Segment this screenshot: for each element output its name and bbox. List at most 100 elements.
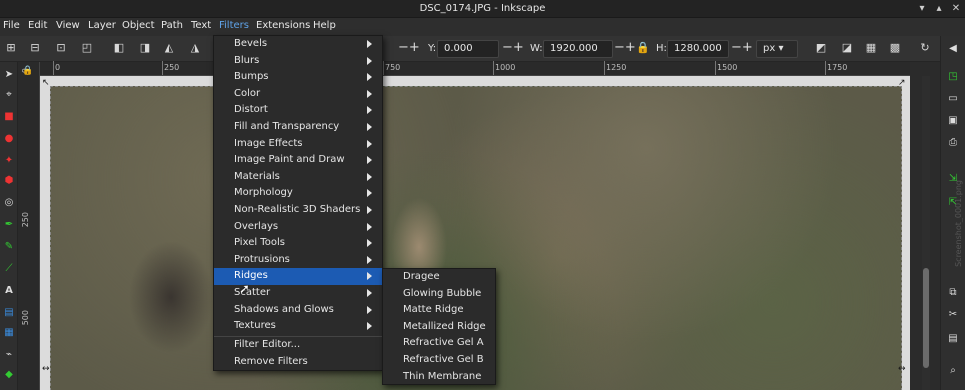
paste-icon[interactable]: ▤ — [945, 332, 961, 346]
cut-icon[interactable]: ✂ — [945, 308, 961, 322]
ridges-item-glowing-bubble[interactable]: Glowing Bubble — [383, 286, 495, 303]
select-all-icon[interactable]: ⊞ — [4, 41, 18, 55]
ruler-lock-icon[interactable]: 🔒 — [22, 66, 33, 76]
filters-item-protrusions[interactable]: Protrusions — [214, 252, 382, 269]
filters-item-distort[interactable]: Distort — [214, 102, 382, 119]
filters-item-fill-transparency[interactable]: Fill and Transparency — [214, 119, 382, 136]
flip-vertical-icon[interactable]: ◮ — [188, 41, 202, 55]
gradient-tool-icon[interactable]: ▤ — [2, 306, 16, 320]
mesh-tool-icon[interactable]: ▦ — [2, 326, 16, 340]
menu-filters[interactable]: Filters — [217, 20, 251, 31]
ridges-item-refractive-gel-a[interactable]: Refractive Gel A — [383, 335, 495, 352]
calligraphy-tool-icon[interactable]: ⟋ — [2, 262, 16, 276]
lock-icon[interactable]: 🔒 — [636, 41, 650, 55]
selection-handle[interactable]: ↖ — [42, 78, 50, 88]
filters-item-bumps[interactable]: Bumps — [214, 69, 382, 86]
remove-filters-item[interactable]: Remove Filters — [214, 354, 382, 371]
ruler-tick — [715, 61, 716, 75]
vertical-scrollbar[interactable] — [922, 76, 930, 390]
rotate-ccw-icon[interactable]: ◧ — [112, 41, 126, 55]
filter-editor-item[interactable]: Filter Editor... — [214, 337, 382, 354]
submenu-arrow-icon — [367, 206, 372, 214]
toolbox: ➤ ⌖ ■ ● ✦ ⬢ ◎ ✒ ✎ ⟋ A ▤ ▦ ⌁ ◆ — [0, 62, 18, 390]
menu-bar: File Edit View Layer Object Path Text Fi… — [0, 18, 965, 36]
zoom-icon[interactable]: ⌕ — [945, 364, 961, 378]
close-icon[interactable]: ✕ — [949, 2, 963, 16]
transform-gradients-icon[interactable]: ▦ — [864, 41, 878, 55]
height-field[interactable]: 1280.000 — [667, 40, 729, 58]
open-icon[interactable]: ▭ — [945, 92, 961, 106]
filters-item-non-realistic-3d[interactable]: Non-Realistic 3D Shaders — [214, 202, 382, 219]
w-stepper-icon[interactable]: −+ — [614, 41, 636, 55]
unit-select[interactable]: px ▾ — [756, 40, 798, 58]
menu-view[interactable]: View — [54, 20, 82, 31]
ellipse-tool-icon[interactable]: ● — [2, 132, 16, 146]
menu-edit[interactable]: Edit — [26, 20, 49, 31]
menu-item-label: Morphology — [234, 187, 293, 199]
y-field[interactable]: 0.000 — [437, 40, 499, 58]
menu-object[interactable]: Object — [120, 20, 157, 31]
filters-item-image-paint-draw[interactable]: Image Paint and Draw — [214, 152, 382, 169]
scale-corners-icon[interactable]: ◪ — [840, 41, 854, 55]
select-all-layers-icon[interactable]: ⊟ — [28, 41, 42, 55]
ridges-item-metallized-ridge[interactable]: Metallized Ridge — [383, 319, 495, 336]
ridges-item-matte-ridge[interactable]: Matte Ridge — [383, 302, 495, 319]
h-stepper-icon[interactable]: −+ — [731, 41, 753, 55]
menu-help[interactable]: Help — [311, 20, 338, 31]
filters-item-shadows-glows[interactable]: Shadows and Glows — [214, 302, 382, 319]
filters-item-color[interactable]: Color — [214, 86, 382, 103]
w-label: W: — [530, 43, 543, 54]
menu-file[interactable]: File — [1, 20, 22, 31]
menu-path[interactable]: Path — [159, 20, 185, 31]
new-document-icon[interactable]: ◳ — [945, 70, 961, 84]
flip-horizontal-icon[interactable]: ◭ — [162, 41, 176, 55]
3d-box-tool-icon[interactable]: ⬢ — [2, 174, 16, 188]
dropper-tool-icon[interactable]: ⌁ — [2, 348, 16, 362]
rotate-cw-icon[interactable]: ◨ — [138, 41, 152, 55]
menu-item-label: Shadows and Glows — [234, 303, 334, 315]
title-bar: DSC_0174.JPG - Inkscape ▾ ▴ ✕ — [0, 0, 965, 18]
selection-handle[interactable]: ↗ — [898, 78, 906, 88]
scrollbar-thumb[interactable] — [923, 268, 929, 368]
filters-item-textures[interactable]: Textures — [214, 318, 382, 335]
transform-patterns-icon[interactable]: ▩ — [888, 41, 902, 55]
node-tool-icon[interactable]: ⌖ — [2, 88, 16, 102]
menu-item-label: Textures — [234, 320, 276, 332]
menu-extensions[interactable]: Extensions — [254, 20, 312, 31]
ridges-item-refractive-gel-b[interactable]: Refractive Gel B — [383, 352, 495, 369]
ridges-item-thin-membrane[interactable]: Thin Membrane — [383, 369, 495, 386]
text-tool-icon[interactable]: A — [2, 284, 16, 298]
x-decrement-icon[interactable]: −+ — [398, 41, 420, 55]
rectangle-tool-icon[interactable]: ■ — [2, 110, 16, 124]
selection-handle[interactable]: ↔ — [42, 364, 50, 374]
maximize-icon[interactable]: ▴ — [932, 2, 946, 16]
paint-bucket-tool-icon[interactable]: ◆ — [2, 368, 16, 382]
filters-item-morphology[interactable]: Morphology — [214, 185, 382, 202]
copy-icon[interactable]: ⧉ — [945, 286, 961, 300]
pen-tool-icon[interactable]: ✒ — [2, 218, 16, 232]
print-icon[interactable]: ⎙ — [945, 136, 961, 150]
y-stepper-icon[interactable]: −+ — [502, 41, 524, 55]
rotate-icon[interactable]: ↻ — [918, 41, 932, 55]
minimize-icon[interactable]: ▾ — [915, 2, 929, 16]
filters-item-overlays[interactable]: Overlays — [214, 219, 382, 236]
filters-item-pixel-tools[interactable]: Pixel Tools — [214, 235, 382, 252]
width-field[interactable]: 1920.000 — [543, 40, 613, 58]
star-tool-icon[interactable]: ✦ — [2, 154, 16, 168]
save-icon[interactable]: ▣ — [945, 114, 961, 128]
pencil-tool-icon[interactable]: ✎ — [2, 240, 16, 254]
ridges-item-dragee[interactable]: Dragee — [383, 269, 495, 286]
selection-handle[interactable]: ↔ — [898, 364, 906, 374]
filters-item-bevels[interactable]: Bevels — [214, 36, 382, 53]
menu-text[interactable]: Text — [189, 20, 213, 31]
touch-select-icon[interactable]: ◰ — [80, 41, 94, 55]
filters-item-blurs[interactable]: Blurs — [214, 53, 382, 70]
scale-stroke-icon[interactable]: ◩ — [814, 41, 828, 55]
filters-item-materials[interactable]: Materials — [214, 169, 382, 186]
chevron-left-icon[interactable]: ◀ — [945, 42, 961, 56]
deselect-icon[interactable]: ⊡ — [54, 41, 68, 55]
filters-item-image-effects[interactable]: Image Effects — [214, 136, 382, 153]
menu-layer[interactable]: Layer — [86, 20, 118, 31]
selector-tool-icon[interactable]: ➤ — [2, 68, 16, 82]
spiral-tool-icon[interactable]: ◎ — [2, 196, 16, 210]
